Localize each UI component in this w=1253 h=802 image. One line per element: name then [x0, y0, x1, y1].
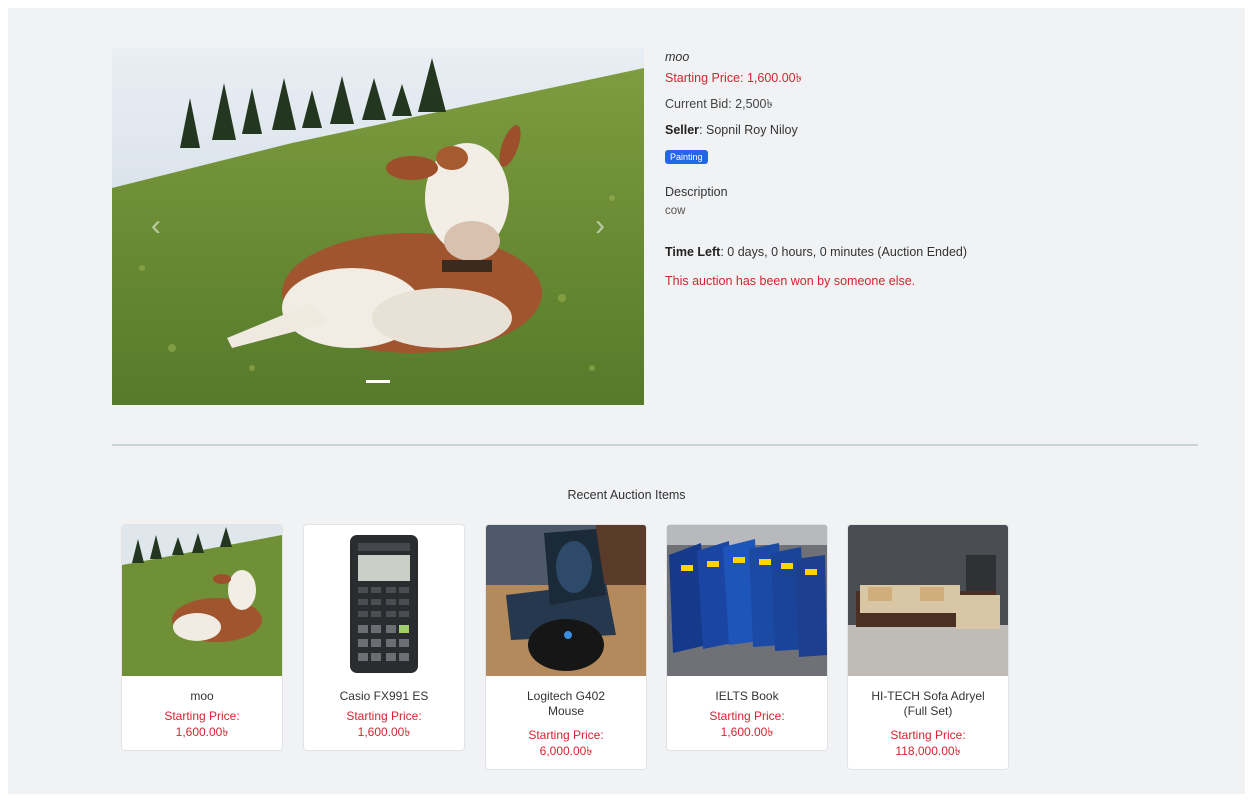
cow-image	[112, 48, 644, 405]
recent-item-card[interactable]: moo Starting Price: 1,600.00৳	[121, 524, 283, 751]
current-bid: Current Bid: 2,500৳	[665, 97, 773, 111]
seller-info: Seller: Sopnil Roy Niloy	[665, 123, 798, 137]
seller-name: : Sopnil Roy Niloy	[699, 123, 798, 137]
card-price: 1,600.00৳	[175, 725, 229, 739]
description-text: cow	[665, 205, 686, 217]
card-title: Casio FX991 ES	[339, 689, 429, 703]
chevron-left-icon: ‹	[151, 209, 161, 242]
mouse-thumbnail	[486, 525, 646, 676]
cow-thumbnail	[122, 525, 282, 676]
carousel-next-button[interactable]: ›	[582, 208, 618, 244]
card-price: 1,600.00৳	[720, 725, 774, 739]
description-label: Description	[665, 185, 728, 199]
sofa-thumbnail	[848, 525, 1008, 676]
starting-price: Starting Price: 1,600.00৳	[665, 71, 802, 85]
recent-items-heading: Recent Auction Items	[567, 488, 686, 502]
recent-item-card[interactable]: Casio FX991 ES Starting Price: 1,600.00৳	[303, 524, 465, 751]
carousel-indicator[interactable]	[366, 380, 390, 383]
item-image-carousel[interactable]: ‹ ›	[112, 48, 644, 405]
card-price: 1,600.00৳	[357, 725, 411, 739]
card-title: Logitech G402 Mouse	[526, 689, 606, 718]
category-badge: Painting	[665, 150, 708, 164]
card-price-label: Starting Price:	[346, 709, 422, 723]
recent-item-card[interactable]: HI-TECH Sofa Adryel (Full Set) Starting …	[847, 524, 1009, 770]
card-price-label: Starting Price:	[528, 728, 604, 742]
card-price: 118,000.00৳	[895, 744, 961, 758]
carousel-prev-button[interactable]: ‹	[138, 208, 174, 244]
card-price-label: Starting Price:	[890, 728, 966, 742]
recent-item-card[interactable]: IELTS Book Starting Price: 1,600.00৳	[666, 524, 828, 751]
time-left: Time Left: 0 days, 0 hours, 0 minutes (A…	[665, 245, 967, 259]
chevron-right-icon: ›	[595, 209, 605, 242]
seller-label: Seller	[665, 123, 700, 137]
section-divider	[112, 444, 1198, 446]
card-price: 6,000.00৳	[539, 744, 593, 758]
card-price-label: Starting Price:	[709, 709, 785, 723]
calculator-thumbnail	[304, 525, 464, 676]
card-title: moo	[190, 689, 214, 703]
auction-status-message: This auction has been won by someone els…	[665, 274, 916, 288]
card-title: HI-TECH Sofa Adryel (Full Set)	[871, 689, 985, 718]
card-title: IELTS Book	[715, 689, 779, 703]
category-row: Painting	[665, 149, 708, 164]
item-title: moo	[665, 50, 690, 64]
time-left-label: Time Left	[665, 245, 721, 259]
books-thumbnail	[667, 525, 827, 676]
time-left-value: : 0 days, 0 hours, 0 minutes (Auction En…	[720, 245, 968, 259]
card-price-label: Starting Price:	[164, 709, 240, 723]
recent-item-card[interactable]: Logitech G402 Mouse Starting Price: 6,00…	[485, 524, 647, 770]
